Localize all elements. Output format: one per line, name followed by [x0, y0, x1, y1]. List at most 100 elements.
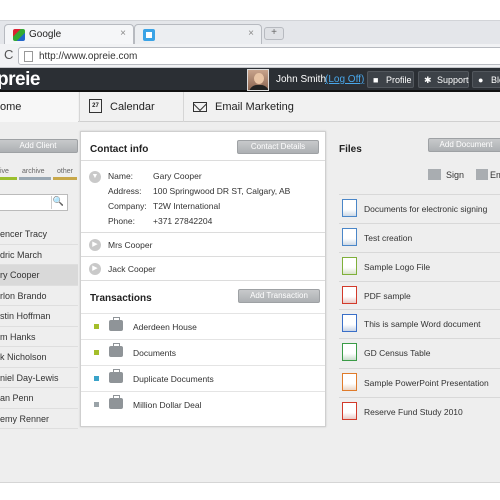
file-row[interactable]: Reserve Fund Study 2010: [339, 397, 500, 425]
phone-value: +371 27842204: [153, 216, 213, 226]
pdf-icon: [342, 286, 357, 304]
status-dot: [94, 376, 99, 381]
files-title: Files: [339, 144, 362, 155]
transaction-label: Duplicate Documents: [133, 374, 214, 384]
client-item[interactable]: niel Day-Lewis: [0, 368, 78, 388]
briefcase-icon: [109, 343, 123, 357]
envelope-icon: [193, 102, 207, 112]
client-item-selected[interactable]: ry Cooper: [0, 265, 78, 286]
document-icon: [342, 199, 357, 217]
client-item[interactable]: encer Tracy: [0, 224, 78, 245]
word-icon: [342, 314, 357, 332]
contact-expanded[interactable]: ▼ Name: Gary Cooper Address: 100 Springw…: [81, 160, 325, 232]
tab-title: Google: [29, 29, 62, 40]
file-label: PDF sample: [364, 291, 411, 301]
client-item[interactable]: an Penn: [0, 388, 78, 409]
status-dot: [94, 402, 99, 407]
blog-button[interactable]: ● Blo: [472, 71, 500, 88]
opreie-favicon-icon: [143, 29, 155, 41]
email-action[interactable]: Em: [490, 170, 500, 180]
tab-calendar[interactable]: 27 Calendar: [79, 92, 183, 122]
transaction-row[interactable]: Aderdeen House: [81, 313, 325, 339]
add-transaction-button[interactable]: Add Transaction: [238, 289, 320, 303]
filter-other[interactable]: other: [57, 168, 73, 175]
page-icon: [24, 51, 33, 62]
file-label: Reserve Fund Study 2010: [364, 407, 463, 417]
url-text: http://www.opreie.com: [39, 51, 138, 62]
transaction-row[interactable]: Documents: [81, 339, 325, 365]
browser-tab-google[interactable]: Google ×: [4, 24, 134, 45]
company-value: T2W International: [153, 201, 221, 211]
address-bar[interactable]: http://www.opreie.com: [18, 47, 500, 65]
chevron-right-icon[interactable]: ▶: [89, 239, 101, 251]
filter-other-bar: [53, 177, 77, 180]
client-item[interactable]: m Hanks: [0, 327, 78, 347]
add-document-button[interactable]: Add Document: [428, 138, 500, 152]
contact-row[interactable]: ▶ Jack Cooper: [81, 256, 325, 280]
client-item[interactable]: emy Renner: [0, 409, 78, 429]
chevron-right-icon[interactable]: ▶: [89, 263, 101, 275]
email-icon[interactable]: [476, 169, 488, 180]
avatar[interactable]: [247, 69, 269, 91]
pen-icon[interactable]: [428, 169, 441, 180]
address-value: 100 Springwood DR ST, Calgary, AB: [153, 186, 291, 196]
transaction-row[interactable]: Million Dollar Deal: [81, 391, 325, 417]
file-row[interactable]: GD Census Table: [339, 338, 500, 366]
transaction-row[interactable]: Duplicate Documents: [81, 365, 325, 391]
main-nav: ome 27 Calendar Email Marketing: [0, 92, 500, 122]
chevron-down-icon[interactable]: ▼: [89, 171, 101, 183]
reload-icon[interactable]: C: [4, 47, 13, 62]
briefcase-icon: [109, 317, 123, 331]
client-item[interactable]: stin Hoffman: [0, 306, 78, 327]
briefcase-icon: [109, 369, 123, 383]
add-client-button[interactable]: Add Client: [0, 139, 78, 153]
filter-active[interactable]: tive: [0, 168, 9, 175]
profile-button[interactable]: ■ Profile: [367, 71, 414, 88]
client-item[interactable]: k Nicholson: [0, 347, 78, 368]
file-label: This is sample Word document: [364, 319, 481, 329]
browser-tab-opreie[interactable]: ×: [134, 24, 262, 45]
client-item[interactable]: rlon Brando: [0, 286, 78, 306]
document-icon: [342, 228, 357, 246]
tab-home-label: ome: [0, 101, 22, 113]
client-item[interactable]: dric March: [0, 245, 78, 265]
address-label: Address:: [108, 186, 142, 196]
file-label: Sample Logo File: [364, 262, 431, 272]
contact-row[interactable]: ▶ Mrs Cooper: [81, 232, 325, 256]
logoff-link[interactable]: (Log Off): [325, 74, 364, 85]
support-label: Support: [437, 75, 469, 85]
chat-icon: ●: [478, 75, 484, 85]
user-icon: ■: [373, 75, 379, 85]
new-tab-button[interactable]: +: [264, 27, 284, 40]
briefcase-icon: [109, 395, 123, 409]
close-icon[interactable]: ×: [248, 28, 254, 39]
browser-tabstrip: Google × × +: [0, 20, 500, 45]
filter-archive[interactable]: archive: [22, 168, 45, 175]
file-row[interactable]: Sample Logo File: [339, 252, 500, 280]
contact-name: Mrs Cooper: [108, 240, 153, 250]
browser-toolbar: C http://www.opreie.com: [0, 44, 500, 68]
file-row[interactable]: This is sample Word document: [339, 309, 500, 337]
profile-label: Profile: [386, 75, 412, 85]
file-row[interactable]: Documents for electronic signing: [339, 194, 500, 222]
file-row[interactable]: Sample PowerPoint Presentation: [339, 368, 500, 396]
close-icon[interactable]: ×: [120, 28, 126, 39]
file-row[interactable]: Test creation: [339, 223, 500, 251]
transaction-label: Documents: [133, 348, 176, 358]
avatar-head: [254, 73, 264, 84]
file-row[interactable]: PDF sample: [339, 281, 500, 309]
gear-icon: ✱: [424, 75, 432, 85]
logo[interactable]: preie: [0, 69, 40, 91]
support-button[interactable]: ✱ Support: [418, 71, 469, 88]
tab-email-label: Email Marketing: [215, 101, 294, 113]
client-search-input[interactable]: 🔍: [0, 194, 68, 211]
image-file-icon: [342, 257, 357, 275]
contact-details-button[interactable]: Contact Details: [237, 140, 319, 154]
sign-action[interactable]: Sign: [446, 170, 464, 180]
contact-info-title: Contact info: [90, 144, 149, 155]
file-label: Test creation: [364, 233, 413, 243]
tab-email-marketing[interactable]: Email Marketing: [183, 92, 315, 122]
tab-home[interactable]: ome: [0, 92, 78, 122]
search-icon[interactable]: 🔍: [51, 196, 65, 209]
tab-calendar-label: Calendar: [110, 101, 155, 113]
